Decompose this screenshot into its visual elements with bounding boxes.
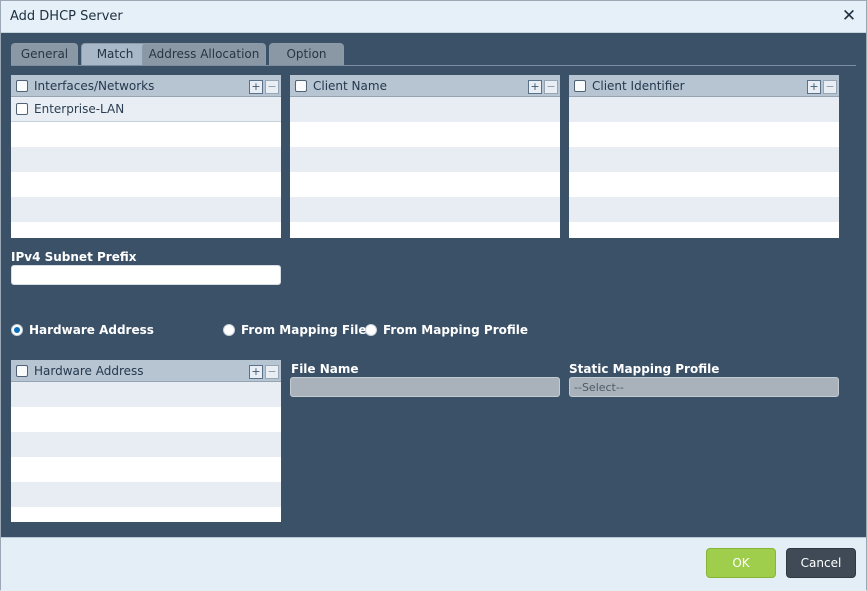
table-row[interactable] — [11, 122, 281, 147]
table-row[interactable] — [11, 172, 281, 197]
grid-actions: + − — [526, 79, 558, 94]
table-row[interactable] — [11, 382, 281, 407]
tab-option[interactable]: Option — [269, 43, 344, 65]
remove-icon[interactable]: − — [265, 80, 279, 94]
grid-header: Hardware Address + − — [11, 360, 281, 382]
tab-general[interactable]: General — [11, 43, 78, 65]
grid-header: Client Identifier + − — [569, 75, 839, 97]
client-name-grid: Client Name + − — [290, 75, 560, 238]
grid-actions: + − — [247, 364, 279, 379]
radio-from-mapping-profile-option[interactable]: From Mapping Profile — [365, 323, 528, 337]
add-icon[interactable]: + — [249, 365, 263, 379]
table-row[interactable] — [569, 172, 839, 197]
table-row[interactable] — [290, 222, 560, 238]
add-icon[interactable]: + — [807, 80, 821, 94]
hardware-address-grid: Hardware Address + − — [11, 360, 281, 522]
file-name-input[interactable] — [290, 377, 560, 397]
radio-from-mapping-file-option[interactable]: From Mapping File — [223, 323, 366, 337]
table-row[interactable] — [290, 172, 560, 197]
client-identifier-grid: Client Identifier + − — [569, 75, 839, 238]
grid-actions: + − — [247, 79, 279, 94]
row-label: Enterprise-LAN — [34, 102, 125, 116]
grid-actions: + − — [805, 79, 837, 94]
grid-header: Interfaces/Networks + − — [11, 75, 281, 97]
select-all-checkbox[interactable] — [16, 80, 28, 92]
table-row[interactable] — [11, 482, 281, 507]
select-all-checkbox[interactable] — [574, 80, 586, 92]
grid-header-label: Hardware Address — [34, 364, 144, 378]
static-mapping-profile-label: Static Mapping Profile — [569, 362, 720, 376]
table-row[interactable] — [11, 197, 281, 222]
static-mapping-profile-select[interactable]: --Select-- — [569, 377, 839, 397]
grid-header-label: Interfaces/Networks — [34, 79, 155, 93]
dialog-title: Add DHCP Server — [10, 9, 123, 24]
interfaces-networks-grid: Interfaces/Networks + − Enterprise-LAN — [11, 75, 281, 238]
table-row[interactable] — [290, 122, 560, 147]
table-row[interactable] — [11, 407, 281, 432]
table-row[interactable] — [569, 197, 839, 222]
table-row[interactable] — [569, 122, 839, 147]
radio-hardware-address-option[interactable]: Hardware Address — [11, 323, 154, 337]
radio-from-mapping-profile[interactable] — [365, 324, 377, 336]
table-row[interactable] — [11, 432, 281, 457]
table-row[interactable] — [11, 507, 281, 522]
file-name-label: File Name — [291, 362, 359, 376]
radio-label: From Mapping File — [241, 323, 367, 337]
select-value: --Select-- — [574, 381, 624, 394]
radio-hardware-address[interactable] — [11, 324, 23, 336]
radio-label: Hardware Address — [29, 323, 154, 337]
radio-label: From Mapping Profile — [383, 323, 529, 337]
table-row[interactable] — [11, 457, 281, 482]
ipv4-subnet-prefix-label: IPv4 Subnet Prefix — [11, 250, 137, 264]
add-dhcp-server-dialog: Add DHCP Server ✕ General Match Address … — [0, 0, 867, 591]
grid-header-label: Client Identifier — [592, 79, 685, 93]
ok-button[interactable]: OK — [706, 548, 776, 578]
select-all-checkbox[interactable] — [295, 80, 307, 92]
table-row[interactable] — [290, 97, 560, 122]
tab-underline — [11, 65, 856, 66]
remove-icon[interactable]: − — [265, 365, 279, 379]
grid-header-label: Client Name — [313, 79, 387, 93]
grid-header: Client Name + − — [290, 75, 560, 97]
table-row[interactable] — [290, 197, 560, 222]
table-row[interactable] — [290, 147, 560, 172]
remove-icon[interactable]: − — [823, 80, 837, 94]
close-icon[interactable]: ✕ — [840, 7, 858, 25]
table-row[interactable] — [569, 147, 839, 172]
dialog-footer: OK Cancel — [1, 537, 866, 591]
radio-from-mapping-file[interactable] — [223, 324, 235, 336]
table-row[interactable] — [569, 222, 839, 238]
table-row[interactable] — [569, 97, 839, 122]
ipv4-subnet-prefix-input[interactable] — [11, 265, 281, 285]
tab-match[interactable]: Match — [81, 43, 149, 65]
add-icon[interactable]: + — [528, 80, 542, 94]
tab-address-allocation[interactable]: Address Allocation — [142, 43, 266, 65]
add-icon[interactable]: + — [249, 80, 263, 94]
remove-icon[interactable]: − — [544, 80, 558, 94]
table-row[interactable] — [11, 222, 281, 238]
table-row[interactable]: Enterprise-LAN — [11, 97, 281, 122]
select-all-checkbox[interactable] — [16, 365, 28, 377]
dialog-titlebar: Add DHCP Server ✕ — [1, 1, 866, 33]
cancel-button[interactable]: Cancel — [786, 548, 856, 578]
table-row[interactable] — [11, 147, 281, 172]
row-checkbox[interactable] — [16, 103, 28, 115]
